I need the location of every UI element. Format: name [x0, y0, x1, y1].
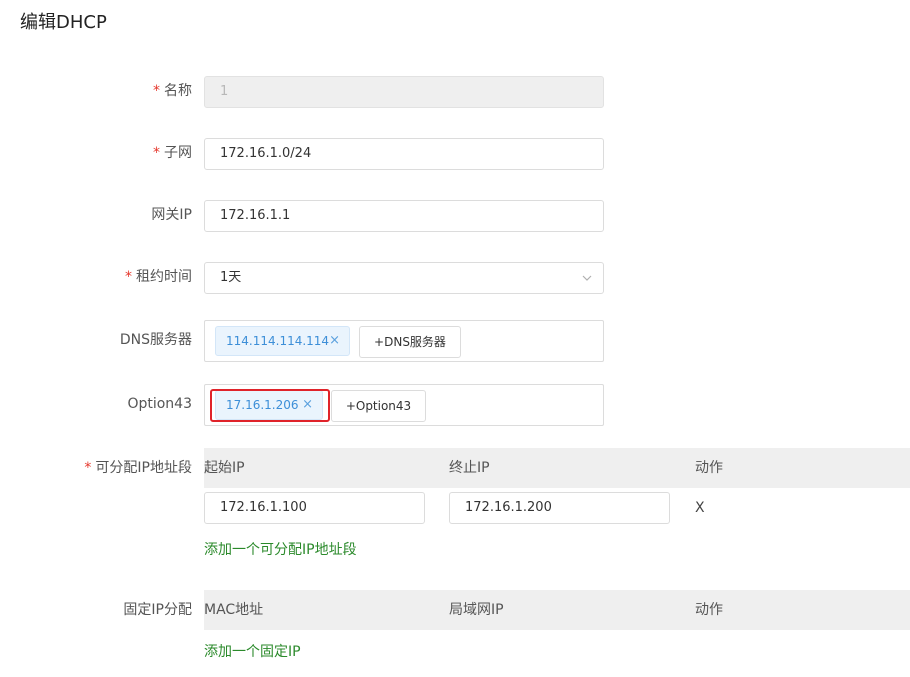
col-action: 动作: [695, 602, 723, 618]
col-lan-ip: 局域网IP: [449, 602, 504, 618]
add-fixed-ip-link[interactable]: 添加一个固定IP: [204, 641, 301, 661]
add-dns-button[interactable]: +DNS服务器: [359, 326, 461, 358]
dns-tag-label: 114.114.114.114: [226, 334, 330, 348]
highlight-box: [210, 389, 330, 422]
required-mark: *: [84, 460, 92, 476]
required-mark: *: [153, 145, 160, 161]
ranges-table-header: 起始IP 终止IP 动作: [204, 448, 910, 488]
close-icon[interactable]: ×: [329, 327, 340, 355]
col-start-ip: 起始IP: [204, 460, 245, 476]
name-input: 1: [204, 76, 604, 108]
chevron-down-icon: [582, 275, 592, 281]
col-action: 动作: [695, 460, 723, 476]
fixed-label: 固定IP分配: [123, 602, 192, 618]
add-range-link[interactable]: 添加一个可分配IP地址段: [204, 539, 357, 559]
range-start-input[interactable]: 172.16.1.100: [204, 492, 425, 524]
lease-select[interactable]: 1天: [204, 262, 604, 294]
subnet-label: * 子网: [153, 145, 192, 161]
gateway-label: 网关IP: [151, 207, 192, 223]
gateway-input[interactable]: 172.16.1.1: [204, 200, 604, 232]
ranges-label: * 可分配IP地址段: [84, 460, 192, 476]
delete-range-button[interactable]: X: [695, 498, 705, 518]
col-mac: MAC地址: [204, 602, 264, 618]
dns-tag: 114.114.114.114 ×: [215, 326, 350, 356]
page-title: 编辑DHCP: [20, 12, 107, 33]
fixed-table-header: MAC地址 局域网IP 动作: [204, 590, 910, 630]
lease-value: 1天: [220, 270, 242, 285]
required-mark: *: [153, 83, 160, 99]
subnet-input[interactable]: 172.16.1.0/24: [204, 138, 604, 170]
lease-label: * 租约时间: [125, 269, 192, 285]
dns-tag-box: 114.114.114.114 × +DNS服务器: [204, 320, 604, 362]
add-option43-button[interactable]: +Option43: [331, 390, 426, 422]
option43-label: Option43: [127, 396, 192, 412]
range-end-input[interactable]: 172.16.1.200: [449, 492, 670, 524]
col-end-ip: 终止IP: [449, 460, 490, 476]
dns-label: DNS服务器: [119, 332, 192, 348]
required-mark: *: [125, 269, 132, 285]
name-label: * 名称: [153, 83, 192, 99]
